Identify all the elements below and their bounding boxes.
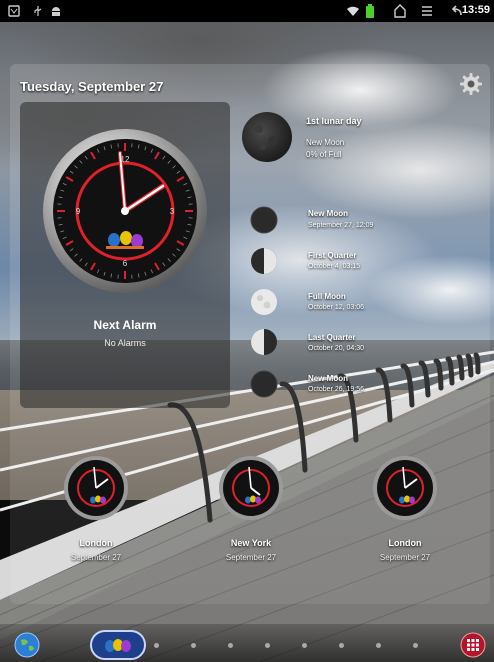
svg-text:6: 6 xyxy=(123,259,128,268)
page-indicator-dot xyxy=(302,643,307,648)
menu-icon[interactable] xyxy=(422,5,432,17)
phase-date: October 4, 03:15 xyxy=(308,263,361,270)
new-moon-icon xyxy=(242,112,292,162)
wifi-icon xyxy=(347,6,359,16)
next-alarm-title: Next Alarm xyxy=(93,318,157,332)
page-indicator-dot xyxy=(376,643,381,648)
page-indicator-dot xyxy=(413,643,418,648)
world-clock-date: September 27 xyxy=(225,553,277,562)
app-switcher-icon[interactable] xyxy=(90,630,146,660)
page-indicator-dot xyxy=(265,643,270,648)
next-alarm-value: No Alarms xyxy=(104,338,146,348)
svg-text:9: 9 xyxy=(76,207,81,216)
phase-date: October 12, 03:06 xyxy=(308,304,365,311)
new-moon-icon xyxy=(250,206,278,234)
phase-name: Last Quarter xyxy=(308,333,356,342)
full-moon-icon xyxy=(251,289,277,315)
battery-icon xyxy=(366,4,374,18)
last-quarter-moon-icon xyxy=(251,329,277,355)
world-clock-city: New York xyxy=(230,538,272,548)
phase-name: New Moon xyxy=(308,209,348,218)
world-clock-date: September 27 xyxy=(70,553,122,562)
world-clock-city: London xyxy=(388,538,422,548)
new-moon-icon xyxy=(250,370,278,398)
phase-name: First Quarter xyxy=(308,251,357,260)
world-clock-date: September 27 xyxy=(379,553,431,562)
world-clock[interactable] xyxy=(63,455,129,521)
gear-icon[interactable] xyxy=(459,72,483,96)
first-quarter-moon-icon xyxy=(251,248,277,274)
page-indicator-dot xyxy=(228,643,233,648)
phase-name: Full Moon xyxy=(308,292,346,301)
world-clock[interactable] xyxy=(218,455,284,521)
back-icon[interactable] xyxy=(450,5,462,17)
page-indicator-dot xyxy=(191,643,196,648)
world-clock[interactable] xyxy=(372,455,438,521)
svg-text:3: 3 xyxy=(170,207,175,216)
status-time: 13:59 xyxy=(461,4,490,16)
dock xyxy=(0,624,494,662)
widget-date: Tuesday, September 27 xyxy=(20,79,164,94)
page-indicator-dot xyxy=(154,643,159,648)
phase-name: New Moon xyxy=(308,374,348,383)
usb-icon xyxy=(34,6,42,16)
moon-phase: New Moon xyxy=(306,138,345,147)
world-clock-city: London xyxy=(79,538,113,548)
android-icon xyxy=(52,7,60,16)
lunar-day-title: 1st lunar day xyxy=(306,116,362,126)
phase-date: October 26, 19:56 xyxy=(308,386,365,393)
page-indicator-dot xyxy=(339,643,344,648)
phase-date: September 27, 12:09 xyxy=(308,222,374,229)
home-icon[interactable] xyxy=(394,4,406,18)
moon-illumination: 0% of Full xyxy=(306,150,342,159)
status-bar: 13:59 xyxy=(0,0,494,22)
app-drawer-icon[interactable] xyxy=(460,632,486,658)
phase-date: October 20, 04:30 xyxy=(308,345,365,352)
tablet-icon xyxy=(8,5,20,17)
globe-icon[interactable] xyxy=(14,632,40,658)
analog-clock[interactable]: 12 3 6 9 xyxy=(42,128,208,294)
